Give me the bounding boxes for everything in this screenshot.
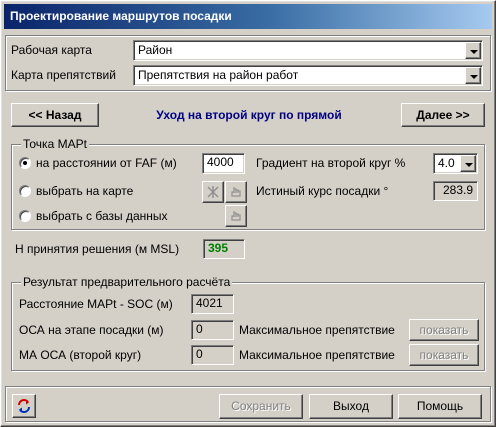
max-obstacle-label: Максимальное препятствие <box>239 348 395 362</box>
obstacle-map-label: Карта препятствий <box>11 68 116 82</box>
mapt-soc-distance-value: 4021 <box>191 294 234 314</box>
dialog-window: Проектирование маршрутов посадки Рабочая… <box>0 0 496 427</box>
hand-pick-button[interactable] <box>225 181 247 203</box>
mapt-soc-distance-label: Расстояние МАРt - SOC (м) <box>19 297 173 311</box>
gradient-select[interactable]: 4.0 <box>433 153 478 174</box>
max-obstacle-label: Максимальное препятствие <box>239 323 395 337</box>
back-button[interactable]: << Назад <box>11 103 99 127</box>
step-title: Уход на второй круг по прямой <box>156 108 342 122</box>
radio-selected-dot <box>23 161 27 165</box>
save-button[interactable]: Сохранить <box>219 394 303 419</box>
mapt-group-title: Точка МАРt <box>21 137 89 151</box>
distance-input[interactable]: 4000 <box>202 153 245 174</box>
result-group-title: Результат предварительного расчёта <box>21 275 233 289</box>
window-title: Проектирование маршрутов посадки <box>10 9 232 23</box>
next-button[interactable]: Далее >> <box>401 103 485 127</box>
crosshair-icon <box>207 186 219 198</box>
chevron-down-icon[interactable] <box>460 155 476 172</box>
chevron-down-icon[interactable] <box>465 67 481 84</box>
show-obstacle-button[interactable]: показать <box>409 344 479 366</box>
chevron-down-icon[interactable] <box>465 42 481 59</box>
exit-button[interactable]: Выход <box>309 394 393 419</box>
radio-database[interactable] <box>19 210 31 222</box>
work-map-value: Район <box>138 43 173 57</box>
oca-value: 0 <box>191 320 234 340</box>
refresh-icon <box>18 399 30 413</box>
ma-oca-label: МА ОСА (второй круг) <box>19 348 142 362</box>
show-obstacle-button[interactable]: показать <box>409 319 479 341</box>
decision-height-label: H принятия решения (м MSL) <box>15 242 180 256</box>
true-course-value: 283.9 <box>433 181 478 201</box>
true-course-label: Истиный курс посадки ° <box>256 184 389 198</box>
oca-label: ОСА на этапе посадки (м) <box>19 323 164 337</box>
decision-height-value: 395 <box>203 239 245 259</box>
hand-pointer-icon <box>231 187 241 197</box>
work-map-select[interactable]: Район <box>133 40 483 61</box>
hand-pointer-icon <box>231 211 241 221</box>
option-distance-label[interactable]: на расстоянии от FAF (м) <box>36 155 177 171</box>
crosshair-pick-button[interactable] <box>202 181 224 203</box>
gradient-label: Градиент на второй круг % <box>256 156 406 170</box>
gradient-value: 4.0 <box>438 156 455 170</box>
option-db-label[interactable]: выбрать с базы данных <box>36 208 168 224</box>
radio-distance[interactable] <box>19 157 31 169</box>
option-map-label[interactable]: выбрать на карте <box>36 183 133 199</box>
help-button[interactable]: Помощь <box>398 394 482 419</box>
db-pick-button[interactable] <box>225 205 247 227</box>
work-map-label: Рабочая карта <box>11 43 92 57</box>
radio-map[interactable] <box>19 185 31 197</box>
obstacle-map-value: Препятствия на район работ <box>138 68 299 82</box>
obstacle-map-select[interactable]: Препятствия на район работ <box>133 65 483 86</box>
refresh-button[interactable] <box>12 394 36 418</box>
ma-oca-value: 0 <box>191 345 234 365</box>
title-bar[interactable]: Проектирование маршрутов посадки <box>4 4 492 29</box>
